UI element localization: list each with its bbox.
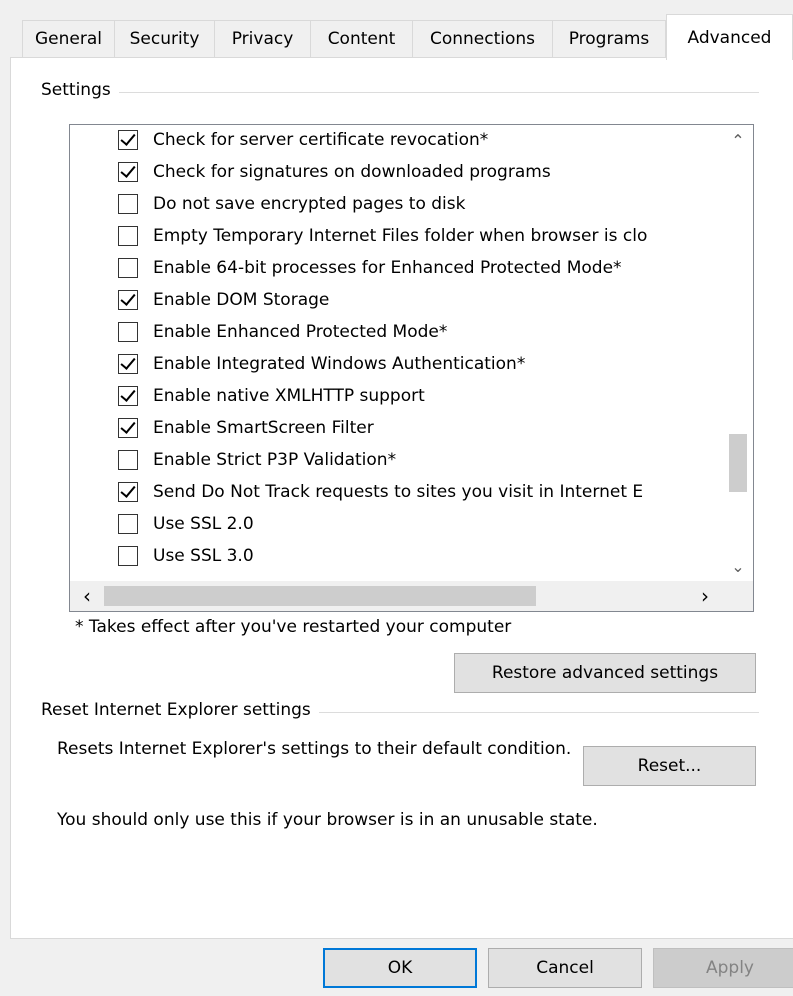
checkbox[interactable] [118, 514, 138, 534]
scroll-left-icon[interactable]: ‹ [72, 581, 102, 611]
setting-label: Enable 64-bit processes for Enhanced Pro… [153, 258, 622, 278]
tab-bar: General Security Privacy Content Connect… [0, 14, 793, 60]
horizontal-scroll-thumb[interactable] [104, 586, 536, 606]
setting-item[interactable]: Enable Enhanced Protected Mode* [118, 316, 718, 348]
vertical-scrollbar[interactable]: ⌃ ⌄ [723, 125, 753, 581]
setting-item[interactable]: Check for server certificate revocation* [118, 125, 718, 156]
setting-label: Check for signatures on downloaded progr… [153, 162, 551, 182]
checkbox[interactable] [118, 322, 138, 342]
reset-description: Resets Internet Explorer's settings to t… [57, 739, 572, 759]
tab-advanced[interactable]: Advanced [666, 14, 793, 60]
checkbox[interactable] [118, 290, 138, 310]
scroll-down-icon[interactable]: ⌄ [723, 551, 753, 581]
setting-label: Enable Enhanced Protected Mode* [153, 322, 448, 342]
setting-label: Do not save encrypted pages to disk [153, 194, 466, 214]
setting-item[interactable]: Enable 64-bit processes for Enhanced Pro… [118, 252, 718, 284]
setting-label: Check for server certificate revocation* [153, 130, 489, 150]
checkbox[interactable] [118, 386, 138, 406]
tab-privacy[interactable]: Privacy [214, 20, 310, 58]
checkbox[interactable] [118, 546, 138, 566]
vertical-scroll-thumb[interactable] [729, 434, 747, 492]
setting-item[interactable]: Use SSL 2.0 [118, 508, 718, 540]
setting-item[interactable]: Enable SmartScreen Filter [118, 412, 718, 444]
checkbox[interactable] [118, 226, 138, 246]
setting-item[interactable]: Enable DOM Storage [118, 284, 718, 316]
checkbox[interactable] [118, 130, 138, 150]
reset-group-title: Reset Internet Explorer settings [41, 700, 319, 720]
tab-programs[interactable]: Programs [552, 20, 666, 58]
reset-button[interactable]: Reset... [583, 746, 756, 786]
horizontal-scrollbar[interactable]: ‹ › [70, 581, 753, 611]
setting-label: Use SSL 2.0 [153, 514, 254, 534]
tab-connections[interactable]: Connections [412, 20, 552, 58]
setting-label: Enable Integrated Windows Authentication… [153, 354, 526, 374]
checkbox[interactable] [118, 354, 138, 374]
restore-advanced-settings-button[interactable]: Restore advanced settings [454, 653, 756, 693]
cancel-button[interactable]: Cancel [488, 948, 642, 988]
setting-label: Enable Strict P3P Validation* [153, 450, 397, 470]
setting-item[interactable]: Enable Integrated Windows Authentication… [118, 348, 718, 380]
setting-item[interactable]: Use SSL 3.0 [118, 540, 718, 572]
checkbox[interactable] [118, 418, 138, 438]
setting-label: Enable DOM Storage [153, 290, 330, 310]
checkbox[interactable] [118, 482, 138, 502]
checkbox[interactable] [118, 162, 138, 182]
ok-button[interactable]: OK [323, 948, 477, 988]
tab-general[interactable]: General [22, 20, 114, 58]
tab-content[interactable]: Content [310, 20, 412, 58]
restart-note: * Takes effect after you've restarted yo… [75, 617, 512, 637]
setting-item[interactable]: Empty Temporary Internet Files folder wh… [118, 220, 718, 252]
setting-item[interactable]: Enable native XMLHTTP support [118, 380, 718, 412]
scroll-up-icon[interactable]: ⌃ [723, 125, 753, 155]
setting-item[interactable]: Send Do Not Track requests to sites you … [118, 476, 718, 508]
setting-label: Enable native XMLHTTP support [153, 386, 425, 406]
reset-warning: You should only use this if your browser… [57, 810, 598, 830]
setting-item[interactable]: Do not save encrypted pages to disk [118, 188, 718, 220]
tab-security[interactable]: Security [114, 20, 214, 58]
setting-item[interactable]: Enable Strict P3P Validation* [118, 444, 718, 476]
settings-group-title: Settings [41, 80, 119, 100]
setting-label: Use SSL 3.0 [153, 546, 254, 566]
setting-label: Empty Temporary Internet Files folder wh… [153, 226, 648, 246]
scroll-right-icon[interactable]: › [690, 581, 720, 611]
settings-listbox[interactable]: Check for server certificate revocation*… [69, 124, 754, 612]
checkbox[interactable] [118, 258, 138, 278]
settings-group-line [41, 92, 759, 93]
setting-label: Enable SmartScreen Filter [153, 418, 374, 438]
setting-label: Send Do Not Track requests to sites you … [153, 482, 644, 502]
setting-item[interactable]: Check for signatures on downloaded progr… [118, 156, 718, 188]
tab-page-advanced: Settings Check for server certificate re… [10, 57, 793, 939]
checkbox[interactable] [118, 450, 138, 470]
apply-button: Apply [653, 948, 793, 988]
checkbox[interactable] [118, 194, 138, 214]
